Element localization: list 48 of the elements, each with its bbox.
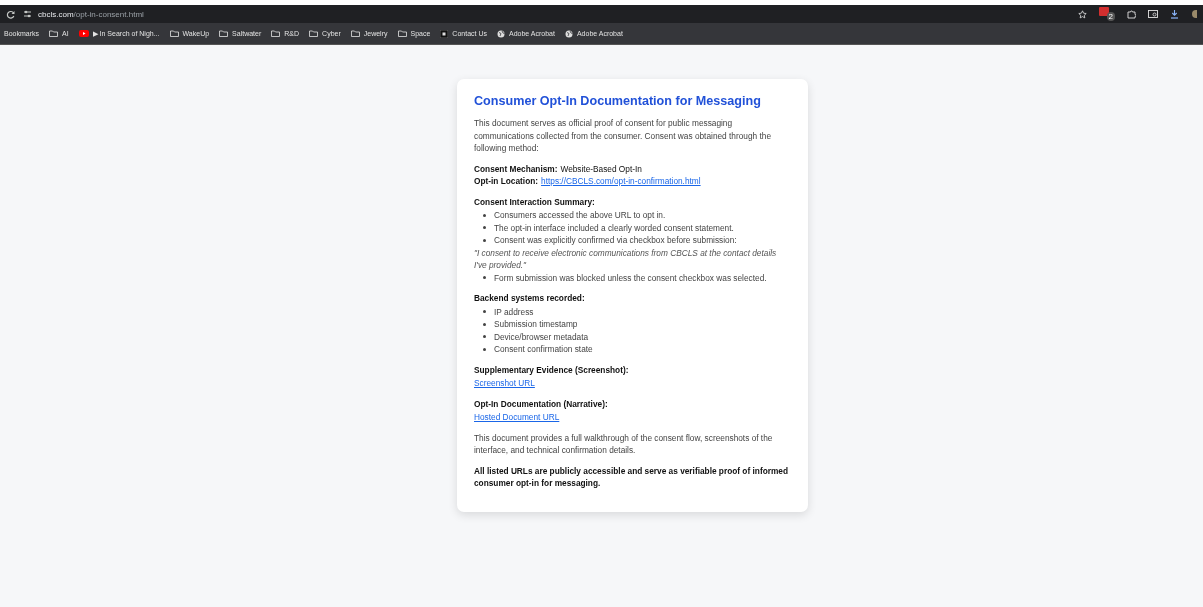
link[interactable]: Hosted Document URL: [474, 412, 560, 422]
reading-mode-icon[interactable]: [1148, 10, 1158, 18]
document-title: Consumer Opt-In Documentation for Messaging: [474, 93, 762, 109]
page-icon: [440, 29, 449, 38]
section-heading: Opt-In Documentation (Narrative):: [474, 397, 609, 410]
paragraph: This document serves as official proof of consent for public messaging communications collected from the consumer. Consent was obtained through the following method:: [474, 117, 772, 155]
folder-icon: [309, 30, 319, 37]
list-item: Submission timestamp: [494, 318, 578, 331]
star-icon[interactable]: [1078, 9, 1087, 19]
closing-statement: All listed URLs are publicly accessible and serve as verifiable proof of informed consumer opt-in for messaging.: [474, 464, 789, 490]
bullet-icon: [483, 335, 486, 339]
folder-icon: [219, 30, 229, 37]
bullet-icon: [483, 310, 486, 314]
download-icon[interactable]: [1170, 9, 1179, 19]
field-value: Website-Based Opt-In: [560, 162, 642, 175]
section-heading: Consent Interaction Summary:: [474, 195, 596, 208]
reload-icon[interactable]: [6, 9, 15, 19]
folder-icon: [397, 30, 407, 37]
section-heading: Backend systems recorded:: [474, 292, 586, 305]
bullet-icon: [483, 347, 486, 351]
paragraph: This document provides a full walkthrough of the consent flow, screenshots of the interface, and technical confirmation details.: [474, 431, 774, 457]
list-item: Form submission was blocked unless the consent checkbox was selected.: [494, 271, 767, 284]
field-label: Opt-in Location:: [474, 175, 539, 188]
bullet-icon: [483, 276, 486, 280]
globe-icon: [497, 29, 505, 38]
link[interactable]: https://CBCLS.com/opt-in-confirmation.html: [541, 175, 701, 188]
video-icon: [78, 30, 89, 37]
field-label: Consent Mechanism:: [474, 162, 558, 175]
bullet-icon: [483, 226, 486, 230]
bullet-icon: [483, 238, 486, 242]
globe-icon: [564, 29, 573, 38]
list-item: Consent confirmation state: [494, 343, 593, 356]
list-item: Consent was explicitly confirmed via checkbox before submission:: [494, 234, 737, 247]
list-item: Device/browser metadata: [494, 330, 589, 343]
section-heading: Supplementary Evidence (Screenshot):: [474, 363, 630, 376]
bullet-icon: [483, 322, 486, 326]
site-settings-icon[interactable]: [23, 10, 32, 18]
bullet-icon: [483, 213, 486, 217]
consent-quote: "I consent to receive electronic communications from CBCLS at the contact details I've provided.": [474, 246, 778, 272]
folder-icon: [350, 30, 360, 37]
list-item: The opt-in interface included a clearly worded consent statement.: [494, 221, 734, 234]
list-item: IP address: [494, 305, 534, 318]
extension-badge: 2: [1106, 12, 1115, 21]
folder-icon: [271, 30, 281, 37]
folder-icon: [169, 30, 179, 37]
link[interactable]: Screenshot URL: [474, 378, 535, 388]
folder-icon: [49, 30, 58, 37]
list-item: Consumers accessed the above URL to opt in.: [494, 209, 666, 222]
